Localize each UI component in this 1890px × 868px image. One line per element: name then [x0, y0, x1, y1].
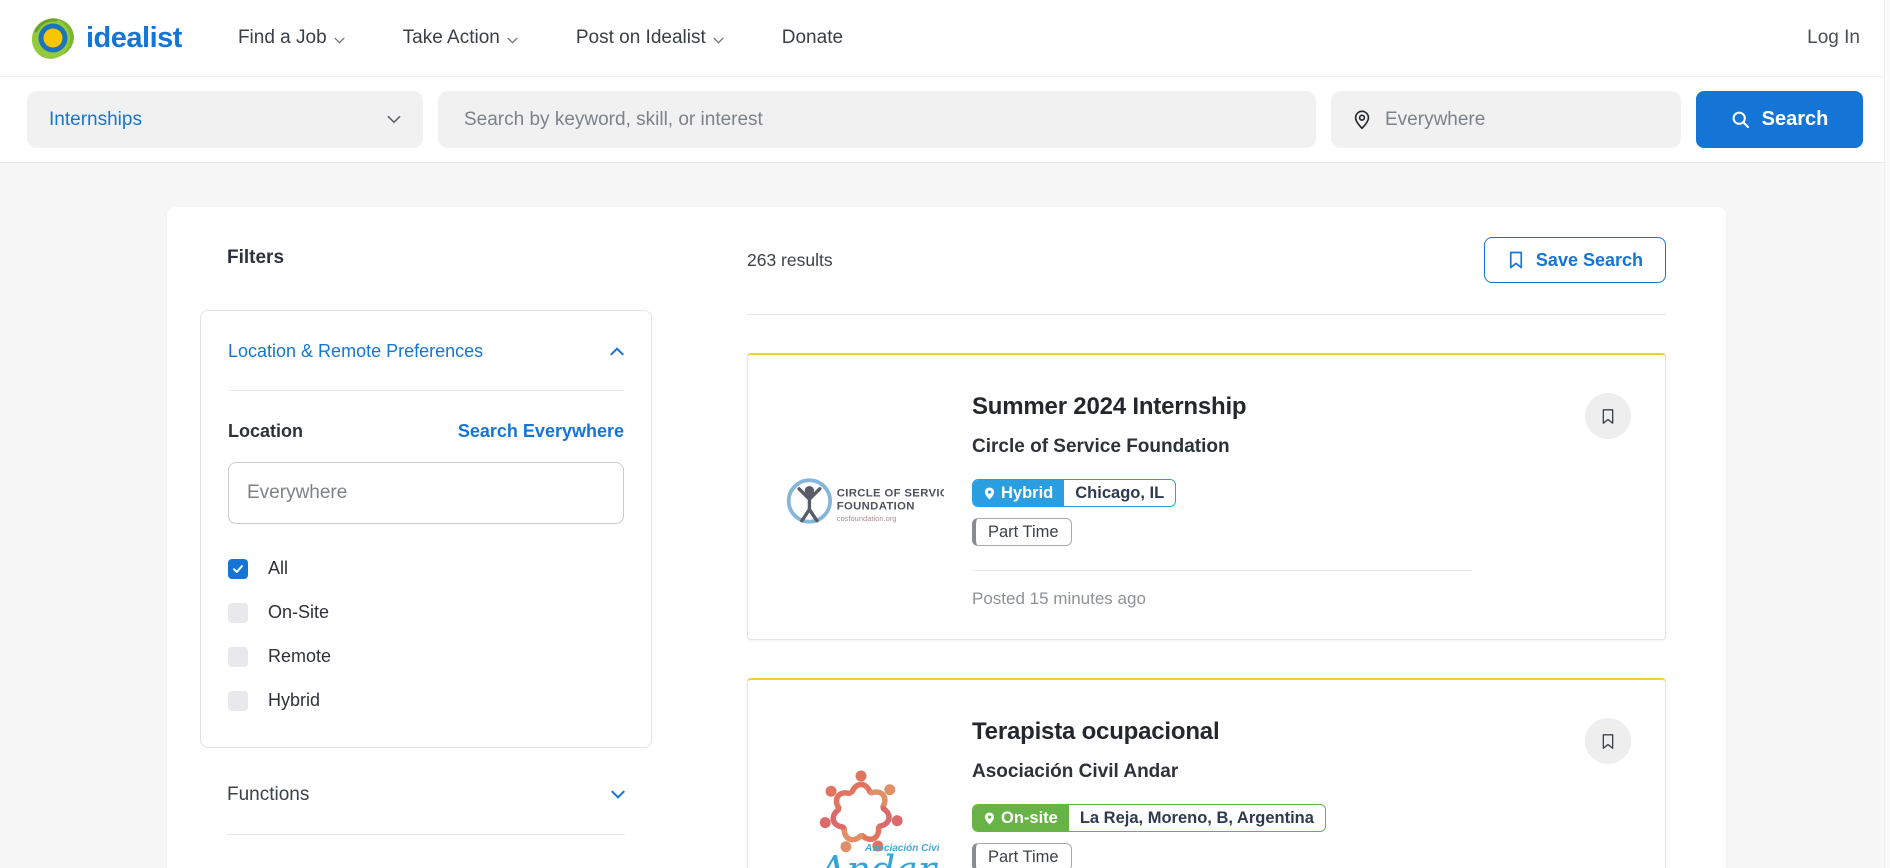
job-org: Circle of Service Foundation: [972, 436, 1565, 458]
search-bar: Internships Search: [0, 77, 1890, 163]
job-card[interactable]: CIRCLE OF SERVICE FOUNDATION cosfoundati…: [747, 353, 1666, 640]
search-icon: [1731, 110, 1751, 130]
category-selected-value: Internships: [49, 109, 142, 131]
nav-find-a-job[interactable]: Find a Job: [238, 26, 345, 50]
divider: [227, 834, 625, 835]
org-logo-circle-of-service: CIRCLE OF SERVICE FOUNDATION cosfoundati…: [784, 393, 944, 609]
results-panel: Filters Location & Remote Preferences Lo…: [167, 207, 1726, 868]
chevron-down-icon: [387, 111, 401, 129]
job-location: Chicago, IL: [1064, 480, 1175, 506]
brand-wordmark: idealist: [86, 22, 182, 55]
checkbox-icon: [228, 559, 248, 579]
job-location: La Reja, Moreno, B, Argentina: [1069, 805, 1325, 831]
divider: [228, 390, 624, 391]
location-search-input[interactable]: [1385, 109, 1661, 131]
work-mode-location-badge: Hybrid Chicago, IL: [972, 479, 1176, 507]
svg-text:FOUNDATION: FOUNDATION: [837, 500, 915, 512]
checkbox-icon: [228, 691, 248, 711]
search-everywhere-link[interactable]: Search Everywhere: [458, 421, 624, 442]
employment-type-badge: Part Time: [972, 843, 1072, 868]
work-mode-label: Hybrid: [1001, 484, 1053, 503]
idealist-logo-icon: [30, 15, 76, 61]
chevron-down-icon: [334, 28, 345, 50]
location-search-field: [1331, 91, 1681, 148]
bookmark-job-button[interactable]: [1585, 718, 1631, 764]
nav-take-action[interactable]: Take Action: [403, 26, 518, 50]
checkbox-hybrid[interactable]: Hybrid: [228, 690, 624, 711]
checkbox-on-site[interactable]: On-Site: [228, 602, 624, 623]
results-column: 263 results Save Search CIRCLE OF SERVIC…: [747, 207, 1666, 868]
chevron-down-icon: [611, 786, 625, 804]
keyword-search-field: [438, 91, 1316, 148]
top-header: idealist Find a Job Take Action Post on …: [0, 0, 1890, 77]
main-nav: Find a Job Take Action Post on Idealist …: [238, 26, 843, 50]
filters-title: Filters: [227, 247, 652, 269]
filter-location-input[interactable]: [228, 462, 624, 524]
save-search-button[interactable]: Save Search: [1484, 237, 1666, 283]
location-label: Location: [228, 421, 303, 442]
category-select[interactable]: Internships: [27, 91, 423, 148]
svg-text:Andar: Andar: [816, 848, 939, 868]
map-pin-icon: [1351, 109, 1373, 131]
map-pin-icon: [984, 487, 995, 500]
work-mode-location-badge: On-site La Reja, Moreno, B, Argentina: [972, 804, 1326, 832]
divider: [747, 314, 1666, 315]
posted-timestamp: Posted 15 minutes ago: [972, 589, 1565, 609]
divider: [972, 570, 1472, 571]
page-scrollbar[interactable]: [1884, 0, 1890, 868]
svg-text:CIRCLE OF SERVICE: CIRCLE OF SERVICE: [837, 487, 944, 499]
chevron-down-icon: [507, 28, 518, 50]
employment-type-badge: Part Time: [972, 518, 1072, 546]
search-button[interactable]: Search: [1696, 91, 1863, 148]
bookmark-icon: [1600, 732, 1616, 751]
idealist-logo[interactable]: idealist: [30, 15, 182, 61]
bookmark-icon: [1600, 407, 1616, 426]
results-count: 263 results: [747, 250, 833, 271]
checkbox-icon: [228, 603, 248, 623]
checkbox-icon: [228, 647, 248, 667]
keyword-search-input[interactable]: [464, 109, 1290, 131]
map-pin-icon: [984, 812, 995, 825]
remote-options-list: All On-Site Remote: [228, 558, 624, 711]
job-org: Asociación Civil Andar: [972, 761, 1565, 783]
filters-sidebar: Filters Location & Remote Preferences Lo…: [200, 207, 652, 868]
checkbox-all[interactable]: All: [228, 558, 624, 579]
job-title[interactable]: Summer 2024 Internship: [972, 393, 1565, 421]
bookmark-job-button[interactable]: [1585, 393, 1631, 439]
org-logo-andar: Asociación Civil Andar: [784, 718, 944, 868]
job-card[interactable]: Asociación Civil Andar Terapista ocupaci…: [747, 678, 1666, 868]
nav-post-on-idealist[interactable]: Post on Idealist: [576, 26, 724, 50]
svg-text:cosfoundation.org: cosfoundation.org: [837, 514, 897, 523]
chevron-down-icon: [713, 28, 724, 50]
location-remote-filter-card: Location & Remote Preferences Location S…: [200, 310, 652, 748]
work-mode-label: On-site: [1001, 809, 1058, 828]
bookmark-icon: [1507, 250, 1525, 270]
chevron-up-icon: [610, 343, 624, 361]
nav-donate[interactable]: Donate: [782, 27, 843, 49]
filter-section-toggle[interactable]: Location & Remote Preferences: [228, 341, 624, 362]
functions-section-toggle[interactable]: Functions: [200, 784, 652, 806]
checkbox-remote[interactable]: Remote: [228, 646, 624, 667]
login-link[interactable]: Log In: [1807, 27, 1860, 49]
job-title[interactable]: Terapista ocupacional: [972, 718, 1565, 746]
